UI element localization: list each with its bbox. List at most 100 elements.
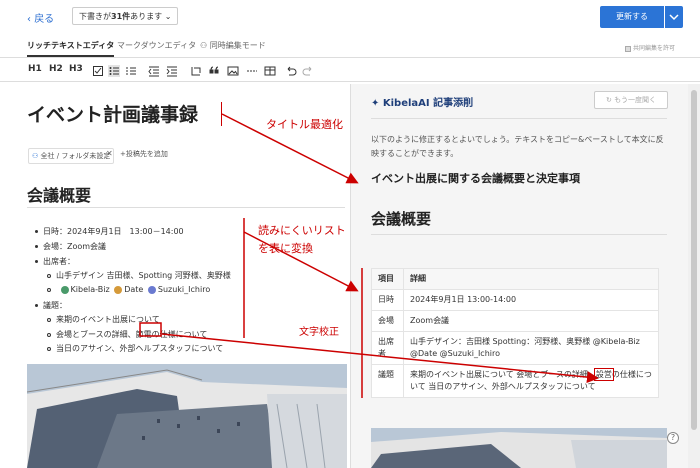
table-header-cell: 詳細 — [403, 268, 659, 290]
table-header-cell: 項目 — [371, 268, 404, 290]
list-item-text: 会場とブースの詳細、 — [56, 330, 136, 339]
chevron-down-icon: ⌄ — [164, 12, 172, 21]
annotation-proofreading: 文字校正 — [299, 327, 339, 338]
ai-panel-title-text: KibelaAI 記事添削 — [382, 98, 474, 109]
table-cell: Zoom会議 — [403, 310, 659, 332]
ai-description: 以下のように修正するとよいでしょう。テキストをコピー&ペーストして本文に反映する… — [371, 135, 664, 158]
drafts-count: 31件 — [111, 12, 131, 21]
table-row: 議題 来期のイベント出展について 会場とブースの詳細、設営の仕様について 当日の… — [371, 364, 659, 398]
table-cell: 出席者 — [371, 331, 404, 365]
list-item: 山手デザイン 吉田様、Spotting 河野様、奥野様 — [47, 270, 231, 281]
table-cell: 山手デザイン：吉田様 Spotting：河野様、奥野様 @Kibela-Biz … — [403, 331, 659, 365]
tab-collaborative[interactable]: ⚇ 同時編集モード — [200, 40, 266, 51]
drafts-suffix: あります — [130, 12, 163, 21]
list-item-text: 山手デザイン 吉田様、Spotting 河野様、奥野様 — [56, 271, 231, 280]
suggested-title: イベント出展に関する会議概要と決定事項 — [371, 172, 580, 185]
retry-label: もう一度聞く — [614, 96, 656, 104]
undo-icon[interactable] — [285, 65, 297, 77]
list-item-text: 出席者： — [43, 257, 75, 266]
list-item: 出席者： — [35, 256, 75, 267]
ai-panel-title: ✦ KibelaAI 記事添削 — [371, 94, 473, 109]
help-button[interactable]: ? — [667, 432, 679, 444]
text-cursor — [221, 102, 222, 126]
table-row: 会場 Zoom会議 — [371, 310, 659, 332]
quote-icon[interactable] — [208, 65, 220, 77]
table-row: 出席者 山手デザイン：吉田様 Spotting：河野様、奥野様 @Kibela-… — [371, 331, 659, 365]
list-item: 会場とブースの詳細、節電の仕様について — [47, 329, 207, 340]
collab-toggle[interactable]: 共同編集を許可 — [625, 43, 675, 52]
editor-tabs: リッチテキストエディタ マークダウンエディタ ⚇ 同時編集モード 共同編集を許可 — [0, 36, 700, 58]
avatar — [114, 285, 123, 294]
sparkle-icon: ✦ — [371, 98, 380, 109]
checkbox-icon — [625, 45, 631, 52]
table-cell: 来期のイベント出展について 会場とブースの詳細、設営の仕様について 当日のアサイ… — [403, 364, 659, 398]
divider — [27, 207, 345, 208]
people-icon: ⚇ — [200, 41, 208, 50]
h2-button[interactable]: H2 — [49, 64, 63, 74]
outdent-icon[interactable] — [148, 65, 160, 77]
table-cell: 会場 — [371, 310, 404, 332]
h3-button[interactable]: H3 — [69, 64, 83, 74]
drafts-prefix: 下書きが — [79, 12, 111, 21]
code-block-icon[interactable] — [190, 65, 202, 77]
back-label: 戻る — [34, 14, 55, 25]
list-item-text: 議題： — [43, 301, 67, 310]
editor-pane[interactable]: イベント計画議事録 ⚇ 全社 / フォルダ未設定 ✕ +投稿先を追加 会議概要 … — [0, 84, 350, 468]
event-photo — [371, 428, 667, 468]
indent-icon[interactable] — [166, 65, 178, 77]
list-item: 来期のイベント出展について — [47, 314, 160, 325]
ai-panel-scrollbar[interactable] — [688, 84, 700, 468]
drafts-dropdown[interactable]: 下書きが31件あります ⌄ — [72, 7, 179, 25]
annotation-title-optimization: タイトル最適化 — [266, 118, 343, 131]
chevron-down-icon — [669, 14, 679, 21]
divider — [371, 234, 667, 235]
table-icon[interactable] — [264, 65, 276, 77]
back-link[interactable]: ‹ 戻る — [27, 10, 54, 25]
corrected-word: 設営 — [593, 368, 614, 381]
h1-button[interactable]: H1 — [28, 64, 42, 74]
close-icon[interactable]: ✕ — [106, 149, 113, 158]
avatar — [60, 285, 69, 294]
numbered-list-icon[interactable] — [125, 65, 137, 77]
list-item: Kibela-Biz Date Suzuki_Ichiro — [47, 285, 210, 294]
checklist-icon[interactable] — [92, 65, 104, 77]
mention[interactable]: Kibela-Biz — [71, 285, 110, 294]
update-button[interactable]: 更新する — [600, 6, 664, 28]
typo-word: 節電 — [135, 330, 152, 339]
suggested-section-heading: 会議概要 — [371, 210, 432, 228]
tab-rich-text[interactable]: リッチテキストエディタ — [27, 40, 115, 57]
document-title[interactable]: イベント計画議事録 — [27, 100, 198, 127]
suggested-table: 項目 詳細 日時 2024年9月1日 13:00-14:00 会場 Zoom会議… — [371, 268, 659, 398]
tab-markdown[interactable]: マークダウンエディタ — [117, 40, 196, 51]
refresh-icon: ↻ — [606, 96, 612, 104]
divider — [371, 118, 667, 119]
mention[interactable]: Suzuki_Ichiro — [158, 285, 210, 294]
annotation-list-to-table-1: 読みにくいリスト — [258, 224, 346, 237]
list-item-text: 会場：Zoom会議 — [43, 242, 107, 251]
update-options-button[interactable] — [665, 6, 683, 28]
scrollbar-thumb[interactable] — [691, 90, 697, 430]
list-item: 当日のアサイン、外部ヘルプスタッフについて — [47, 343, 223, 354]
folder-chip[interactable]: ⚇ 全社 / フォルダ未設定 — [28, 148, 115, 164]
collab-label: 共同編集を許可 — [633, 45, 676, 52]
list-item: 日時：2024年9月1日 13:00－14:00 — [35, 226, 184, 237]
image-icon[interactable] — [227, 65, 239, 77]
table-cell: 議題 — [371, 364, 404, 398]
mention[interactable]: Date — [124, 285, 143, 294]
bullet-list-icon[interactable] — [108, 65, 120, 77]
format-toolbar: H1 H2 H3 — [0, 60, 700, 82]
top-bar: ‹ 戻る 下書きが31件あります ⌄ 更新する — [0, 0, 700, 34]
list-item-text: 当日のアサイン、外部ヘルプスタッフについて — [56, 344, 224, 353]
table-header-row: 項目 詳細 — [371, 268, 659, 290]
add-destination-link[interactable]: +投稿先を追加 — [120, 149, 168, 159]
table-cell-text: 来期のイベント出展について 会場とブースの詳細、 — [410, 370, 596, 379]
event-photo — [27, 364, 347, 468]
redo-icon[interactable] — [302, 65, 314, 77]
horizontal-rule-icon[interactable] — [246, 65, 258, 77]
list-item-text: の仕様について — [151, 330, 208, 339]
table-row: 日時 2024年9月1日 13:00-14:00 — [371, 289, 659, 311]
tab-collaborative-label: 同時編集モード — [209, 41, 266, 50]
section-heading: 会議概要 — [27, 186, 92, 205]
folder-chip-label: 全社 / フォルダ未設定 — [40, 152, 111, 160]
retry-button[interactable]: ↻ もう一度聞く — [594, 91, 668, 109]
